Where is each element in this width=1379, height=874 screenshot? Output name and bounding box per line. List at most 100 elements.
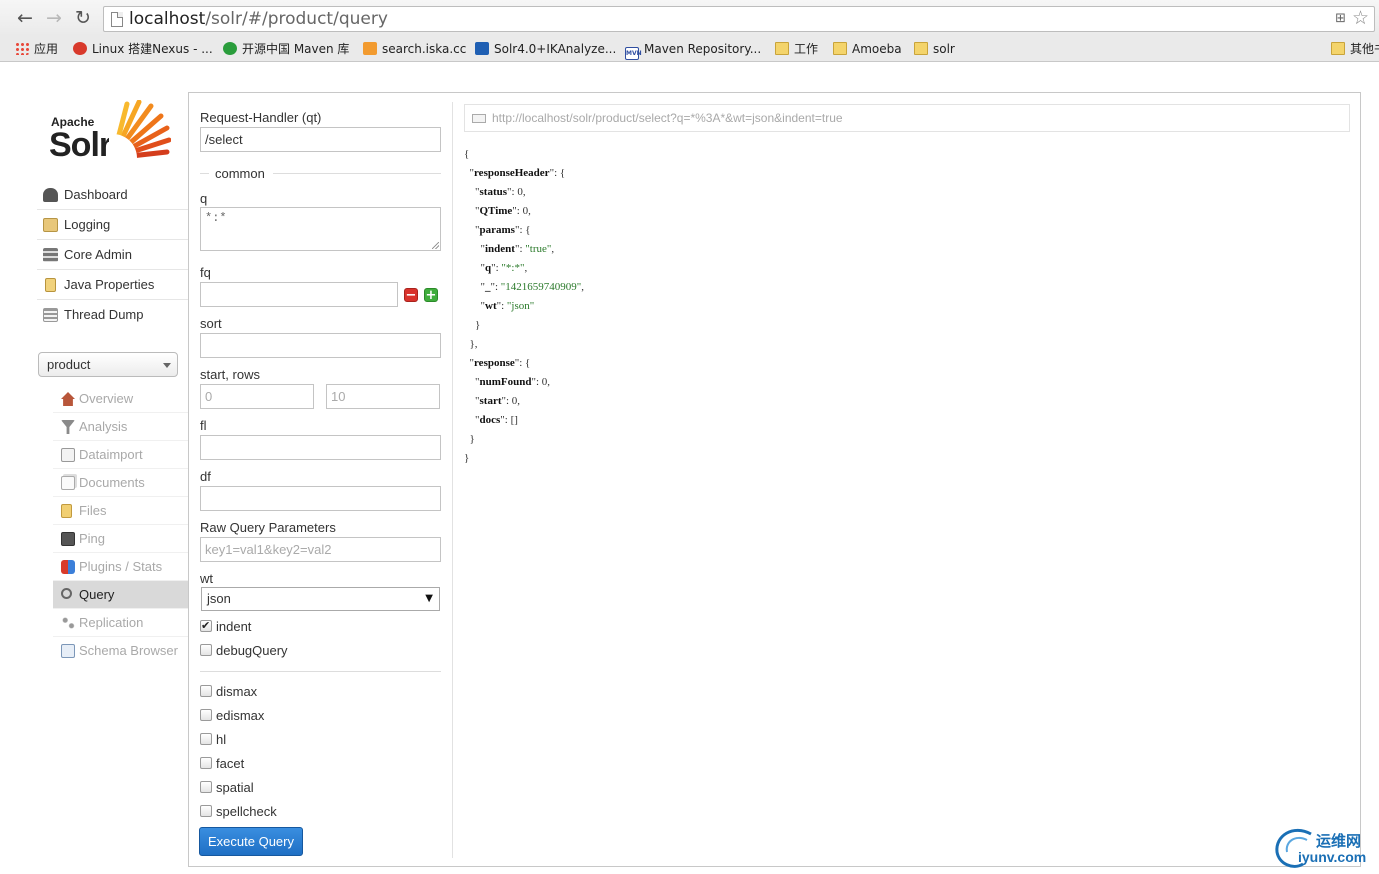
thread-dump-icon [43, 308, 58, 322]
start-input[interactable]: 0 [200, 384, 314, 409]
num-found-value: 0 [541, 376, 548, 388]
qt-label: Request-Handler (qt) [200, 110, 322, 125]
watermark-en-text: iyunv.com [1298, 849, 1367, 865]
underscore-param-value: 1421659740909 [505, 281, 577, 293]
bookmark-solr-ik[interactable]: Solr4.0+IKAnalyze... [475, 40, 616, 58]
bookmark-oschina[interactable]: 开源中国 Maven 库 [223, 40, 349, 58]
start-rows-label: start, rows [200, 367, 260, 382]
edismax-checkbox[interactable] [200, 709, 212, 721]
core-nav-overview[interactable]: Overview [53, 385, 188, 413]
debug-query-label: debugQuery [216, 643, 288, 658]
raw-params-input[interactable]: key1=val1&key2=val2 [200, 537, 441, 562]
core-menu: Overview Analysis Dataimport Documents F… [53, 385, 188, 665]
solr-icon [363, 42, 377, 55]
q-label: q [200, 191, 208, 206]
sort-input[interactable] [200, 333, 441, 358]
core-admin-icon [43, 248, 58, 262]
execute-query-button[interactable]: Execute Query [199, 827, 303, 856]
wt-select[interactable]: json ▼ [201, 587, 440, 611]
core-selector[interactable]: product [38, 352, 178, 377]
indent-checkbox[interactable] [200, 618, 212, 634]
core-nav-replication[interactable]: Replication [53, 609, 188, 637]
nav-core-admin[interactable]: Core Admin [37, 240, 188, 270]
url-path: /solr/#/product/query [205, 9, 388, 29]
common-section-label: common [215, 166, 265, 181]
reload-icon[interactable]: ↻ [72, 7, 94, 29]
forward-arrow-icon[interactable]: → [43, 7, 65, 29]
rows-input[interactable]: 10 [326, 384, 440, 409]
bookmark-maven-repo[interactable]: MVN Maven Repository... [625, 40, 761, 60]
core-selector-value: product [47, 357, 91, 372]
hl-option[interactable]: hl [200, 732, 226, 750]
nav-java-properties[interactable]: Java Properties [37, 270, 188, 300]
bookmark-search-iska[interactable]: search.iska.cc [363, 40, 466, 58]
core-nav-schema-browser[interactable]: Schema Browser [53, 637, 188, 665]
spatial-label: spatial [216, 780, 254, 795]
spellcheck-label: spellcheck [216, 804, 277, 819]
bookmark-folder-work[interactable]: 工作 [775, 40, 818, 58]
df-label: df [200, 469, 211, 484]
core-nav-query[interactable]: Query [53, 581, 188, 609]
q-param-value: *:* [505, 262, 520, 274]
add-fq-button[interactable]: + [424, 288, 438, 302]
schema-icon [61, 644, 75, 658]
response-url-link[interactable]: http://localhost/solr/product/select?q=*… [492, 111, 843, 125]
link-icon [472, 114, 486, 123]
fl-input[interactable] [200, 435, 441, 460]
bookmark-folder-amoeba[interactable]: Amoeba [833, 40, 902, 58]
files-icon [61, 504, 72, 518]
bookmark-nexus[interactable]: Linux 搭建Nexus - ... [73, 40, 213, 58]
translate-icon[interactable]: ⊞ [1335, 11, 1346, 26]
facet-option[interactable]: facet [200, 756, 244, 774]
site-watermark: 运维网 iyunv.com [1273, 826, 1379, 870]
spatial-option[interactable]: spatial [200, 780, 254, 798]
remove-fq-button[interactable]: − [404, 288, 418, 302]
mvn-icon: MVN [625, 47, 642, 60]
baidu-icon [73, 42, 87, 55]
q-textarea[interactable]: *:* [200, 207, 441, 251]
facet-checkbox[interactable] [200, 757, 212, 769]
nav-logging[interactable]: Logging [37, 210, 188, 240]
filter-icon [61, 420, 75, 434]
debug-query-option[interactable]: debugQuery [200, 643, 288, 661]
debug-query-checkbox[interactable] [200, 644, 212, 656]
core-nav-ping[interactable]: Ping [53, 525, 188, 553]
common-rule-left [200, 173, 209, 174]
wt-param-value: json [511, 300, 530, 312]
hl-checkbox[interactable] [200, 733, 212, 745]
back-arrow-icon[interactable]: ← [14, 7, 36, 29]
address-bar[interactable]: localhost/solr/#/product/query ⊞ ☆ [103, 6, 1375, 32]
bookmark-folder-other[interactable]: 其他书 [1331, 40, 1379, 58]
indent-option[interactable]: indent [200, 618, 251, 637]
dismax-option[interactable]: dismax [200, 684, 257, 702]
core-nav-documents[interactable]: Documents [53, 469, 188, 497]
edismax-option[interactable]: edismax [200, 708, 264, 726]
common-rule-right [273, 173, 441, 174]
response-url-bar: http://localhost/solr/product/select?q=*… [464, 104, 1350, 132]
core-nav-dataimport[interactable]: Dataimport [53, 441, 188, 469]
solr-logo[interactable]: Apache Solr [49, 98, 174, 164]
spellcheck-checkbox[interactable] [200, 805, 212, 817]
status-value: 0 [517, 186, 523, 198]
address-url[interactable]: localhost/solr/#/product/query [129, 9, 388, 29]
bookmark-apps[interactable]: 应用 [15, 40, 58, 58]
core-nav-plugins[interactable]: Plugins / Stats [53, 553, 188, 581]
nav-thread-dump[interactable]: Thread Dump [37, 300, 188, 330]
dismax-checkbox[interactable] [200, 685, 212, 697]
facet-label: facet [216, 756, 245, 771]
logging-icon [43, 218, 58, 232]
nav-dashboard[interactable]: Dashboard [37, 180, 188, 210]
bookmark-folder-solr[interactable]: solr [914, 40, 955, 58]
oschina-icon [223, 42, 237, 55]
dismax-label: dismax [216, 684, 258, 699]
bookmark-star-icon[interactable]: ☆ [1352, 7, 1369, 29]
df-input[interactable] [200, 486, 441, 511]
core-nav-files[interactable]: Files [53, 497, 188, 525]
resize-grip-icon[interactable] [432, 242, 439, 249]
spatial-checkbox[interactable] [200, 781, 212, 793]
spellcheck-option[interactable]: spellcheck [200, 804, 277, 822]
fq-input[interactable] [200, 282, 398, 307]
core-nav-analysis[interactable]: Analysis [53, 413, 188, 441]
qt-input[interactable]: /select [200, 127, 441, 152]
column-divider [452, 102, 453, 858]
